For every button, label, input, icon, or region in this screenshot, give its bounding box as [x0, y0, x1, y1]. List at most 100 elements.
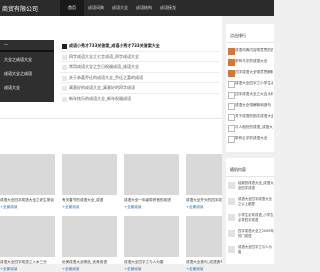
random-item[interactable]: 四字成语大全之2009年热门成语 [228, 229, 274, 244]
random-item[interactable]: 成语大全四字成语大全之以上都是 [228, 197, 274, 212]
headline-item[interactable]: 常用成语大全之生日祝福成语_成语大全 [60, 62, 220, 73]
ranking-item-text: 与人相处的成语_成语大全 [235, 125, 273, 129]
random-item-text: 成语大全四字成语大全之以上都是 [238, 197, 272, 206]
article-card[interactable]: 成语大全开头的四字成语 +全景阅读 [186, 154, 222, 210]
ranking-item[interactable]: 关于成语的励志成语大全 [228, 112, 274, 121]
image-icon [228, 198, 235, 205]
ranking-item[interactable]: 成语大全带解释和造句 [228, 101, 274, 110]
nav-idiom-chain[interactable]: 成语接龙 [156, 0, 180, 16]
nav-idiom-structure[interactable]: 成语结构 [132, 0, 156, 16]
site-brand[interactable]: 商贸有限公司 [2, 4, 38, 13]
ranking-item[interactable]: 带有马字的成语大全 [228, 57, 274, 66]
image-icon [228, 246, 235, 253]
article-thumbnail[interactable] [62, 154, 117, 195]
article-thumbnail[interactable] [186, 154, 222, 195]
headline-bullet [62, 75, 67, 81]
rank-badge [228, 58, 235, 66]
ranking-item-text: 成语大全四字之小学生必背 [235, 81, 273, 85]
rank-badge [228, 80, 235, 88]
random-item[interactable]: 小学生必背成语_小学生必背四字成语 [228, 213, 274, 228]
read-more-link[interactable]: +全景阅读 [62, 205, 117, 210]
headline-text: 成语小秀才733关答案_成语小秀才733关答案大全 [69, 43, 160, 48]
article-title[interactable]: 成语大全四字之与人为善 [124, 260, 179, 265]
random-item-text: 小学生必背成语_小学生必背四字成语 [238, 213, 274, 222]
nav-home[interactable]: 首页 [60, 0, 84, 16]
headline-bullet [62, 44, 67, 49]
featured-slider[interactable]: — 大全之成语大全 成语大全之成语 成语大全 [0, 40, 54, 102]
article-thumbnail[interactable] [0, 154, 55, 195]
nav-idiom-dictionary[interactable]: 成语词典 [84, 0, 108, 16]
headline-item[interactable]: 新年快乐的成语大全_新年祝福成语 [60, 94, 220, 105]
headline-bullet [62, 65, 67, 70]
ranking-item-text: 关于成语的励志成语大全 [235, 114, 273, 118]
ranking-item[interactable]: 四字成语大全之大吉大利 [228, 90, 274, 99]
ranking-item-text: 成语大全带解释和造句 [235, 103, 271, 107]
article-thumbnail[interactable] [62, 216, 117, 257]
article-card[interactable]: 成语大全一年级带拼音的成语 +全景阅读 [124, 154, 179, 210]
article-title[interactable]: 成语大全四字成语之入木三分 [0, 260, 55, 265]
read-more-link[interactable]: +全景阅读 [124, 267, 179, 272]
image-icon [228, 214, 235, 221]
ranking-item[interactable]: 四字成语大全带意思解释 [228, 68, 274, 77]
sidebar: 点击排行 成语词典内容带意思的四字成语 带有马字的成语大全 四字成语大全带意思解… [226, 16, 274, 264]
ranking-item-text: 带有云字的成语大全 [235, 136, 268, 140]
article-title[interactable]: 成语大全四字成语大全之老生常谈 [0, 198, 55, 203]
main-content: — 大全之成语大全 成语大全之成语 成语大全 成语小秀才733关答案_成语小秀才… [0, 16, 222, 271]
headline-item[interactable]: 成语小秀才733关答案_成语小秀才733关答案大全 [60, 41, 220, 52]
article-thumbnail[interactable] [186, 216, 222, 257]
hero-line: 大全之成语大全 [4, 57, 32, 62]
article-card[interactable]: 成语大全四字成语大全之老生常谈 +全景阅读 [0, 154, 55, 210]
headline-text: 寓意好的成语大全_寓意好的四字成语 [69, 85, 135, 90]
read-more-link[interactable]: +全景阅读 [124, 205, 179, 210]
article-title[interactable]: 成语大全开头的四字成语 [186, 198, 222, 203]
article-thumbnail[interactable] [0, 216, 55, 257]
ranking-item[interactable]: 带有云字的成语大全 [228, 134, 274, 143]
read-more-link[interactable]: +全景阅读 [186, 205, 222, 210]
random-item[interactable]: 成语大全四字之与人为善 [228, 245, 274, 260]
headline-text: 常用成语大全之生日祝福成语_成语大全 [69, 64, 139, 69]
random-item[interactable]: 经典的成语大全_成语大全四字成语 [228, 181, 274, 196]
nav-idiom-collection[interactable]: 成语大全 [108, 0, 132, 16]
read-more-link[interactable]: +全景阅读 [0, 267, 55, 272]
hero-line: 成语大全 [4, 85, 20, 90]
article-title[interactable]: 成语大全一年级带拼音的成语 [124, 198, 179, 203]
headline-bullet [62, 96, 67, 102]
headline-text: 新年快乐的成语大全_新年祝福成语 [69, 95, 131, 101]
ranking-title: 点击排行 [230, 33, 246, 38]
rank-badge [228, 124, 235, 132]
rank-badge [228, 102, 235, 110]
ranking-panel: 点击排行 成语词典内容带意思的四字成语 带有马字的成语大全 四字成语大全带意思解… [226, 24, 274, 152]
read-more-link[interactable]: +全景阅读 [62, 267, 117, 272]
headline-item[interactable]: 四字成语大全之七言成语_四字成语大全 [60, 52, 220, 62]
ranking-item[interactable]: 与人相处的成语_成语大全 [228, 123, 274, 132]
hero-line: 成语大全之成语 [4, 71, 32, 76]
random-item-text: 成语大全四字之与人为善 [238, 245, 272, 254]
article-card[interactable]: 有关春节的成语大全_成语 +全景阅读 [62, 154, 117, 210]
image-icon [228, 230, 235, 237]
article-thumbnail[interactable] [124, 216, 179, 257]
headline-item[interactable]: 关于恭喜乔迁的成语大全_乔迁之喜的成语 [60, 73, 220, 83]
random-title: 随机内容 [230, 167, 246, 172]
article-title[interactable]: 成语大全造句_成语造句 [186, 260, 222, 265]
rank-badge [228, 91, 235, 99]
rank-badge [228, 69, 235, 77]
headline-item[interactable]: 寓意好的成语大全_寓意好的四字成语 [60, 83, 220, 94]
hero-line: — [4, 42, 8, 47]
top-nav-bar: 商贸有限公司 首页 成语词典 成语大全 成语结构 成语接龙 [0, 0, 274, 16]
read-more-link[interactable]: +全景阅读 [0, 205, 55, 210]
headline-bullet [62, 54, 67, 60]
ranking-item[interactable]: 成语词典内容带意思的四字成语 [228, 46, 274, 55]
random-panel: 随机内容 经典的成语大全_成语大全四字成语 成语大全四字成语大全之以上都是 小学… [226, 158, 274, 264]
article-title[interactable]: 优美成语大全精选_优美成语 [62, 260, 117, 265]
panel-divider [226, 42, 274, 43]
headline-list: 成语小秀才733关答案_成语小秀才733关答案大全 四字成语大全之七言成语_四字… [60, 41, 220, 104]
article-thumbnail[interactable] [124, 154, 179, 195]
article-title[interactable]: 有关春节的成语大全_成语 [62, 198, 117, 203]
headline-bullet [62, 86, 67, 91]
headline-text: 关于恭喜乔迁的成语大全_乔迁之喜的成语 [69, 74, 143, 80]
read-more-link[interactable]: +全景阅读 [186, 267, 222, 272]
rank-badge [228, 135, 235, 143]
headline-text: 四字成语大全之七言成语_四字成语大全 [69, 53, 139, 59]
ranking-item[interactable]: 成语大全四字之小学生必背 [228, 79, 274, 88]
ranking-item-text: 带有马字的成语大全 [235, 59, 268, 63]
